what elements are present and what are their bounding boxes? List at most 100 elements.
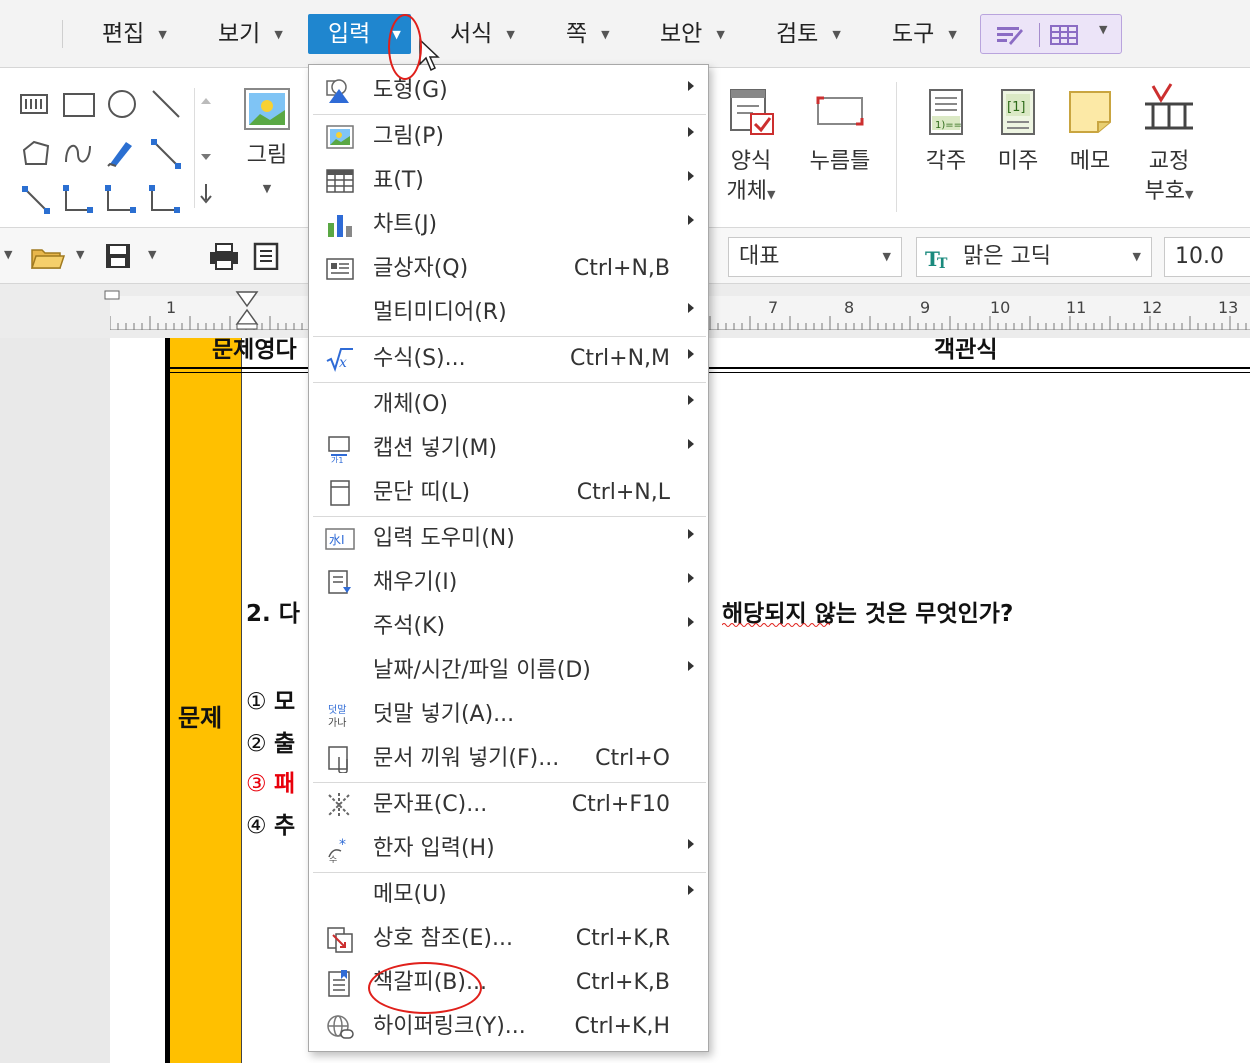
symbol-icon xyxy=(328,793,350,817)
chevron-down-icon: ▼ xyxy=(832,27,841,41)
line-shape-icon[interactable] xyxy=(150,88,182,120)
picture-button[interactable]: 그림 ▼ xyxy=(236,86,298,204)
memo-button[interactable]: 메모 xyxy=(1058,86,1122,177)
menu-item-annotation[interactable]: 주석(K) xyxy=(309,605,708,649)
menu-item-hyperlink[interactable]: 하이퍼링크(Y)... Ctrl+K,H xyxy=(309,1005,708,1049)
chevron-down-icon[interactable]: ▼ xyxy=(1099,23,1107,36)
menu-item-ruby-text[interactable]: 덧말 가나 덧말 넣기(A)... xyxy=(309,693,708,737)
menu-item-label: 그림(P) xyxy=(373,124,444,149)
menu-security[interactable]: 보안 ▼ xyxy=(660,14,725,54)
menu-review-label: 검토 xyxy=(776,21,819,47)
menu-item-shape[interactable]: 도형(G) xyxy=(309,69,708,113)
cross-ref-icon xyxy=(327,927,353,953)
elbow-connector-icon[interactable] xyxy=(62,184,94,216)
menu-item-symbol[interactable]: 문자표(C)... Ctrl+F10 xyxy=(309,783,708,827)
chevron-down-icon[interactable]: ▼ xyxy=(4,248,12,261)
option-item[interactable]: ② 출 xyxy=(246,724,295,758)
form-object-label-2: 개체 xyxy=(726,179,767,204)
ellipse-shape-icon[interactable] xyxy=(106,88,138,120)
grid-view-icon[interactable] xyxy=(1049,23,1079,47)
menu-review[interactable]: 검토 ▼ xyxy=(776,14,841,54)
option-item[interactable]: ① 모 xyxy=(246,682,295,716)
edit-view-icon[interactable] xyxy=(995,23,1025,47)
menu-item-table[interactable]: 표(T) xyxy=(309,159,708,203)
font-size-input[interactable]: 10.0 xyxy=(1164,237,1250,277)
curve-shape-icon[interactable] xyxy=(62,138,94,170)
memo-label: 메모 xyxy=(1069,149,1111,174)
menu-item-paragraph-band[interactable]: 문단 띠(L) Ctrl+N,L xyxy=(309,471,708,515)
form-object-button[interactable]: 양식 개체▼ xyxy=(718,86,784,210)
font-select[interactable]: TT 맑은 고딕 ▼ xyxy=(916,237,1152,277)
submenu-arrow-icon xyxy=(688,839,694,849)
save-icon[interactable] xyxy=(104,242,132,270)
open-folder-icon[interactable] xyxy=(30,242,66,270)
chevron-down-icon: ▼ xyxy=(601,27,610,41)
input-menu-dropdown: 도형(G) 그림(P) 표(T) 차트(J) 글상자(Q) Ctrl+N,B 멀… xyxy=(308,64,709,1052)
chevron-down-icon[interactable]: ▼ xyxy=(1133,238,1141,276)
arrow-connector-icon[interactable] xyxy=(20,184,52,216)
insert-doc-icon xyxy=(328,746,348,773)
menu-view[interactable]: 보기 ▼ xyxy=(218,14,283,54)
barcode-shape-icon[interactable] xyxy=(20,90,48,118)
print-icon[interactable] xyxy=(208,242,240,270)
menu-item-hanja-input[interactable]: * 수 한자 입력(H) xyxy=(309,827,708,871)
chevron-down-icon[interactable]: ▼ xyxy=(76,248,84,261)
menu-tools[interactable]: 도구 ▼ xyxy=(892,14,957,54)
menu-item-caption[interactable]: 가1 캡션 넣기(M) xyxy=(309,427,708,471)
menu-item-label: 입력 도우미(N) xyxy=(373,526,515,551)
menu-item-multimedia[interactable]: 멀티미디어(R) xyxy=(309,291,708,335)
barcode-shape-icon[interactable] xyxy=(0,90,20,118)
curved-connector-icon[interactable] xyxy=(148,184,182,216)
indent-marker-icon[interactable] xyxy=(234,290,260,330)
scroll-arrows-icon[interactable] xyxy=(195,88,217,208)
fill-icon xyxy=(328,570,351,594)
submenu-arrow-icon xyxy=(688,215,694,225)
menu-page[interactable]: 쪽 ▼ xyxy=(566,14,610,54)
font-size-value: 10.0 xyxy=(1175,244,1224,269)
menu-edit[interactable]: 편집 ▼ xyxy=(102,14,167,54)
chart-icon xyxy=(328,215,352,237)
menu-item-textbox[interactable]: 글상자(Q) Ctrl+N,B xyxy=(309,247,708,291)
submenu-arrow-icon xyxy=(688,617,694,627)
menu-item-shortcut: Ctrl+K,H xyxy=(574,1014,670,1039)
menu-format[interactable]: 서식 ▼ xyxy=(450,14,515,54)
option-item[interactable]: ④ 추 xyxy=(246,806,295,840)
question-side-label: 문제 xyxy=(178,704,223,732)
chevron-down-icon: ▼ xyxy=(506,27,515,41)
proofread-marks-button[interactable]: 교정 부호▼ xyxy=(1134,82,1204,210)
menu-item-picture[interactable]: 그림(P) xyxy=(309,115,708,159)
input-helper-glyph: 水I xyxy=(329,533,345,547)
freeform-shape-icon[interactable] xyxy=(20,138,52,170)
chevron-down-icon[interactable]: ▼ xyxy=(148,248,156,261)
hyperlink-icon xyxy=(327,1015,354,1039)
menu-item-memo[interactable]: 메모(U) xyxy=(309,873,708,917)
menu-item-date-time-filename[interactable]: 날짜/시간/파일 이름(D) xyxy=(309,649,708,693)
submenu-arrow-icon xyxy=(688,529,694,539)
endnote-button[interactable]: [1] 미주 xyxy=(986,86,1050,177)
chevron-down-icon[interactable]: ▼ xyxy=(883,238,891,276)
menu-item-input-helper[interactable]: 水I 입력 도우미(N) xyxy=(309,517,708,561)
elbow-arrow-connector-icon[interactable] xyxy=(104,184,138,216)
paragraph-band-icon xyxy=(330,480,350,506)
menu-item-chart[interactable]: 차트(J) xyxy=(309,203,708,247)
style-select[interactable]: 대표 ▼ xyxy=(728,237,902,277)
connector-shape-icon[interactable] xyxy=(150,138,182,170)
rectangle-shape-icon[interactable] xyxy=(62,90,96,118)
margin-marker-icon[interactable] xyxy=(104,290,120,304)
menu-item-cross-reference[interactable]: 상호 참조(E)... Ctrl+K,R xyxy=(309,917,708,961)
ruler-number: 8 xyxy=(844,298,855,317)
shape-icon xyxy=(326,79,349,103)
footnote-button[interactable]: 1)== 각주 xyxy=(914,86,978,177)
menu-item-shortcut: Ctrl+N,M xyxy=(569,346,670,371)
menu-item-fill[interactable]: 채우기(I) xyxy=(309,561,708,605)
pen-shape-icon[interactable] xyxy=(104,136,138,170)
view-mode-switch[interactable]: ▼ xyxy=(980,14,1122,54)
menu-item-insert-document[interactable]: 문서 끼워 넣기(F)... Ctrl+O xyxy=(309,737,708,781)
print-preview-icon[interactable] xyxy=(252,242,280,270)
submenu-arrow-icon xyxy=(688,81,694,91)
shapes-scrollbar[interactable] xyxy=(194,88,216,208)
menu-item-object[interactable]: 개체(O) xyxy=(309,383,708,427)
push-button-field-button[interactable]: 누름틀 xyxy=(800,86,880,177)
menu-item-formula[interactable]: x 수식(S)... Ctrl+N,M xyxy=(309,337,708,381)
option-item-correct[interactable]: ③ 패 xyxy=(246,764,295,798)
